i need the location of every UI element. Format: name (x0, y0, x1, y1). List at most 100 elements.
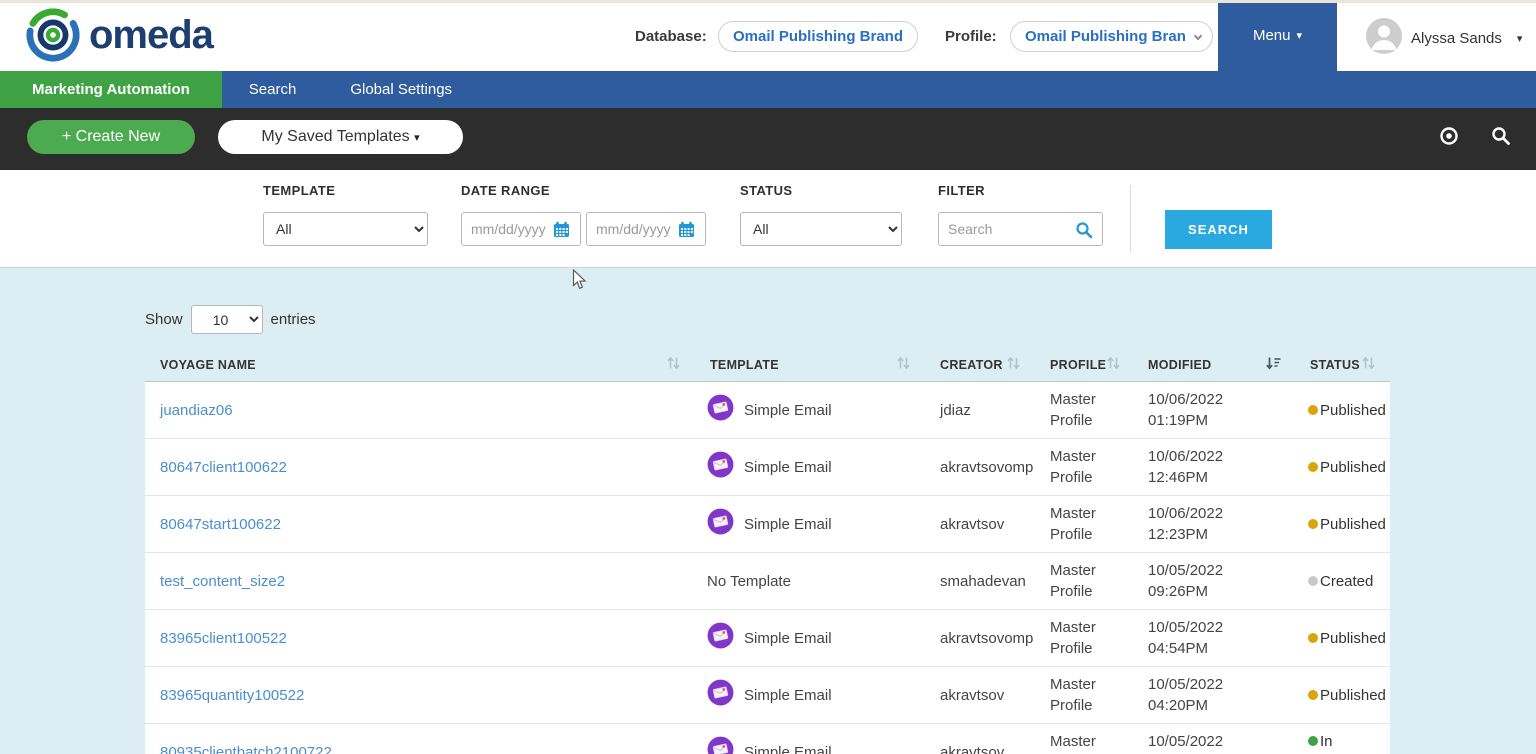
voyage-link[interactable]: test_content_size2 (160, 573, 285, 590)
status-cell: Created (1295, 571, 1390, 592)
status-filter-label: STATUS (740, 183, 792, 198)
nav-item-marketing-automation[interactable]: Marketing Automation (0, 71, 222, 108)
sort-icon[interactable] (1106, 356, 1121, 373)
target-icon[interactable] (1438, 125, 1460, 152)
column-header-profile[interactable]: PROFILE (1035, 348, 1133, 381)
divider (1130, 185, 1131, 253)
app-screen: omeda Database: Omail Publishing Brand P… (0, 0, 1536, 754)
voyage-name-cell: 80647client100622 (145, 457, 695, 478)
column-header-status[interactable]: STATUS (1295, 348, 1390, 381)
saved-templates-dropdown[interactable]: My Saved Templates ▾ (218, 120, 463, 154)
email-template-icon (707, 679, 734, 712)
voyages-table: VOYAGE NAMETEMPLATECREATORPROFILE MODIFIE… (145, 348, 1390, 754)
template-cell: Simple Email (695, 394, 925, 427)
column-header-creator[interactable]: CREATOR (925, 348, 1035, 381)
status-cell: In Progress (1295, 731, 1390, 754)
profile-cell: Master Profile (1035, 389, 1133, 431)
template-cell: Simple Email (695, 736, 925, 754)
status-filter-select[interactable]: All (740, 212, 902, 246)
creator-cell: akravtsov (925, 742, 1035, 754)
sort-icon[interactable] (1361, 356, 1376, 373)
profile-cell: Master Profile (1035, 731, 1133, 754)
email-template-icon (707, 508, 734, 541)
table-row: 80647client100622 Simple Email akravtsovom… (145, 439, 1390, 496)
date-range-label: DATE RANGE (461, 183, 550, 198)
action-toolbar: + Create New My Saved Templates ▾ (0, 108, 1536, 170)
menu-button[interactable]: Menu ▾ (1218, 0, 1337, 71)
omeda-logo[interactable]: omeda (25, 7, 213, 68)
status-badge: Published (1320, 400, 1386, 421)
table-header-row: VOYAGE NAMETEMPLATECREATORPROFILE MODIFIE… (145, 348, 1390, 382)
status-badge: Published (1320, 685, 1386, 706)
template-name: Simple Email (744, 457, 832, 478)
modified-cell: 10/05/2022 04:54PM (1133, 617, 1295, 659)
status-dot-icon (1308, 405, 1318, 415)
sort-icon[interactable] (1006, 356, 1021, 373)
modified-cell: 10/06/2022 12:23PM (1133, 503, 1295, 545)
sort-icon[interactable] (1265, 356, 1281, 373)
voyage-link[interactable]: 83965client100522 (160, 630, 287, 647)
voyage-name-cell: 80647start100622 (145, 514, 695, 535)
template-cell: Simple Email (695, 622, 925, 655)
voyage-link[interactable]: juandiaz06 (160, 402, 233, 419)
creator-cell: jdiaz (925, 400, 1035, 421)
content-area: Show 10 entries VOYAGE NAMETEMPLATECREAT… (0, 268, 1536, 754)
search-button[interactable]: SEARCH (1165, 210, 1272, 249)
voyage-link[interactable]: 80647client100622 (160, 459, 287, 476)
status-dot-icon (1308, 462, 1318, 472)
column-header-modified[interactable]: MODIFIED (1133, 348, 1295, 381)
voyage-link[interactable]: 80935clientbatch2100722 (160, 744, 332, 754)
caret-down-icon: ▾ (414, 132, 420, 144)
brand-name: omeda (89, 15, 213, 61)
database-label: Database: (635, 28, 707, 45)
database-value: Omail Publishing Brand (733, 28, 903, 45)
column-label: MODIFIED (1148, 358, 1212, 372)
nav-item-global-settings[interactable]: Global Settings (323, 71, 479, 108)
top-strip (0, 0, 1536, 3)
entries-label: entries (271, 311, 316, 328)
create-new-button[interactable]: + Create New (27, 120, 195, 154)
creator-cell: akravtsovomp (925, 457, 1035, 478)
template-cell: Simple Email (695, 508, 925, 541)
chevron-down-icon (1194, 32, 1202, 40)
sort-icon[interactable] (896, 356, 911, 373)
date-end-input[interactable] (586, 212, 706, 246)
template-cell: No Template (695, 571, 925, 592)
column-header-template[interactable]: TEMPLATE (695, 348, 925, 381)
profile-cell: Master Profile (1035, 503, 1133, 545)
template-filter-select[interactable]: All (263, 212, 428, 246)
profile-cell: Master Profile (1035, 446, 1133, 488)
voyage-link[interactable]: 83965quantity100522 (160, 687, 304, 704)
voyage-link[interactable]: 80647start100622 (160, 516, 281, 533)
nav-label: Search (249, 81, 297, 98)
search-icon[interactable] (1490, 125, 1512, 152)
voyage-name-cell: 80935clientbatch2100722 (145, 742, 695, 754)
modified-cell: 10/06/2022 12:46PM (1133, 446, 1295, 488)
voyage-name-cell: juandiaz06 (145, 400, 695, 421)
database-pill[interactable]: Omail Publishing Brand (718, 21, 918, 52)
template-filter-label: TEMPLATE (263, 183, 335, 198)
template-cell: Simple Email (695, 679, 925, 712)
table-row: 80647start100622 Simple Email akravtsovMas… (145, 496, 1390, 553)
page-size-select[interactable]: 10 (191, 305, 263, 334)
sort-icon[interactable] (666, 356, 681, 373)
table-row: 83965quantity100522Simple Emailakravtsov… (145, 667, 1390, 724)
mouse-cursor (572, 269, 587, 296)
profile-select[interactable]: Omail Publishing Bran (1010, 21, 1213, 52)
search-icon[interactable] (1075, 221, 1093, 244)
user-menu[interactable]: Alyssa Sands ▾ (1366, 18, 1522, 59)
creator-cell: akravtsov (925, 514, 1035, 535)
status-cell: Published (1295, 628, 1390, 649)
nav-label: Marketing Automation (32, 81, 190, 98)
template-name: Simple Email (744, 685, 832, 706)
column-header-voyage-name[interactable]: VOYAGE NAME (145, 348, 695, 381)
date-start-input[interactable] (461, 212, 581, 246)
profile-cell: Master Profile (1035, 617, 1133, 659)
creator-cell: akravtsovomp (925, 628, 1035, 649)
template-name: Simple Email (744, 514, 832, 535)
menu-label: Menu (1253, 27, 1291, 44)
column-label: STATUS (1310, 358, 1360, 372)
nav-item-search[interactable]: Search (222, 71, 324, 108)
status-dot-icon (1308, 736, 1318, 746)
voyage-name-cell: 83965quantity100522 (145, 685, 695, 706)
